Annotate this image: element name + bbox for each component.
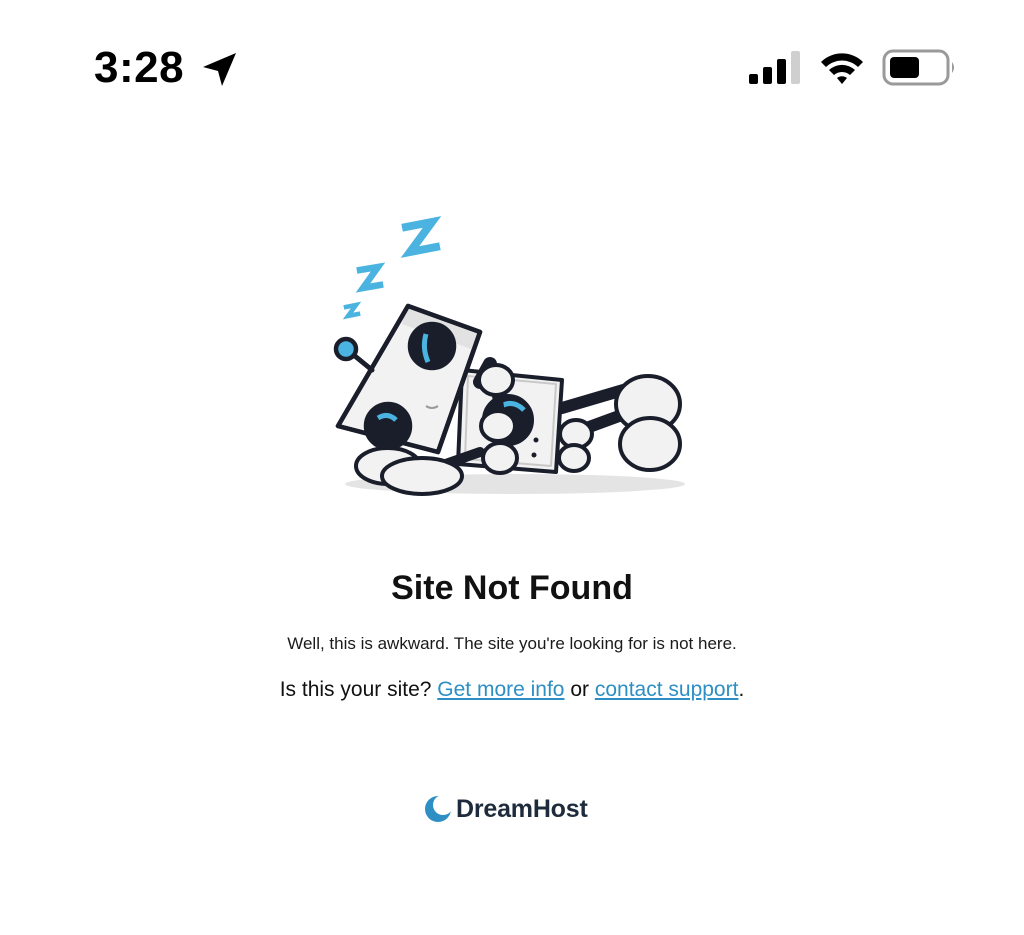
sleep-z-letters xyxy=(342,216,442,320)
get-more-info-link[interactable]: Get more info xyxy=(437,678,564,701)
page-title: Site Not Found xyxy=(391,569,633,607)
location-arrow-icon xyxy=(203,53,236,86)
ownership-line: Is this your site? Get more info or cont… xyxy=(0,676,1024,704)
sleeping-robot-illustration xyxy=(333,216,685,496)
ownership-prefix: Is this your site? xyxy=(279,678,438,701)
brand-name: DreamHost xyxy=(456,794,588,823)
ownership-suffix: . xyxy=(738,678,745,701)
status-time: 3:28 xyxy=(94,43,185,92)
status-bar: 3:28 xyxy=(0,0,1024,120)
ownership-middle: or xyxy=(564,678,595,701)
error-message: Well, this is awkward. The site you're l… xyxy=(287,634,737,653)
wifi-icon xyxy=(821,53,863,84)
dreamhost-logo[interactable]: DreamHost xyxy=(424,792,604,826)
dreamhost-moon-icon xyxy=(425,795,452,822)
cellular-signal-icon xyxy=(749,51,800,84)
battery-icon xyxy=(882,49,954,86)
contact-support-link[interactable]: contact support xyxy=(595,678,739,701)
